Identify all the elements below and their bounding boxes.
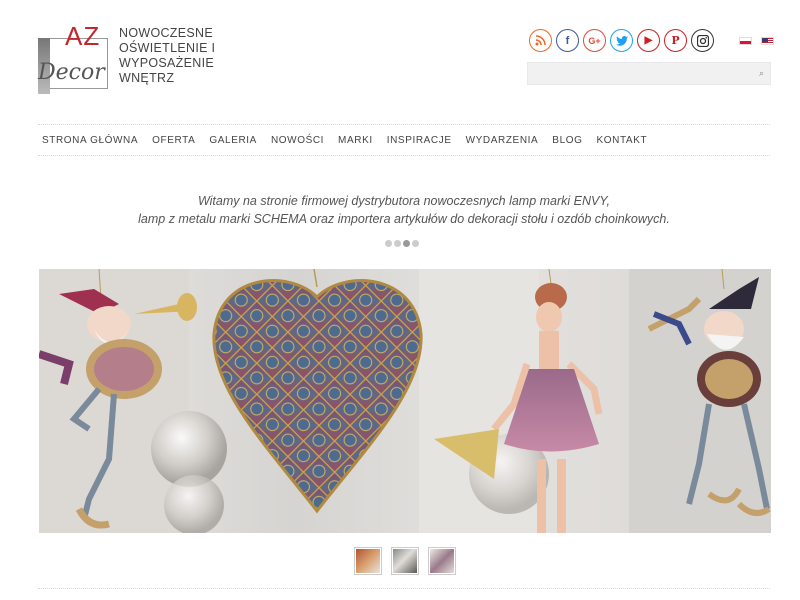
nav-item-kontakt[interactable]: KONTAKT <box>593 135 652 146</box>
pinterest-icon[interactable]: P <box>664 29 687 52</box>
slider-dots <box>385 240 419 247</box>
welcome-line: Witamy na stronie firmowej dystrybutora … <box>197 194 611 208</box>
nav-item-blog[interactable]: BLOG <box>548 135 586 146</box>
slider-dot[interactable] <box>412 240 419 247</box>
search-icon[interactable]: ⌕ <box>759 68 764 79</box>
en-flag-icon[interactable] <box>761 37 774 45</box>
logo-frame <box>50 88 108 89</box>
nav-item-galeria[interactable]: GALERIA <box>205 135 261 146</box>
language-switcher <box>739 37 774 45</box>
welcome-text: Witamy na stronie firmowej dystrybutora … <box>38 192 770 228</box>
nav-item-wydarzenia[interactable]: WYDARZENIA <box>462 135 543 146</box>
slider-dot[interactable] <box>385 240 392 247</box>
tagline-line: WNĘTRZ <box>119 71 175 85</box>
logo-az-text: AZ <box>65 21 101 51</box>
site-tagline: NOWOCZESNE OŚWIETLENIE I WYPOSAŻENIE WNĘ… <box>119 26 239 86</box>
logo-decor-text: Decor <box>38 60 105 85</box>
social-links: f G+ ▶ P <box>529 29 714 52</box>
thumbnail[interactable] <box>391 547 419 575</box>
pl-flag-icon[interactable] <box>739 37 752 45</box>
twitter-glyph <box>615 35 628 46</box>
logo-frame <box>107 38 108 88</box>
rss-icon[interactable] <box>529 29 552 52</box>
main-nav: STRONA GŁÓWNA OFERTA GALERIA NOWOŚCI MAR… <box>38 124 770 156</box>
logo-mark: AZ Decor <box>38 21 108 94</box>
slider-dot[interactable] <box>394 240 401 247</box>
ornaments-photo <box>39 269 771 533</box>
thumbnail[interactable] <box>354 547 382 575</box>
tagline-line: WYPOSAŻENIE <box>119 56 214 70</box>
nav-item-nowosci[interactable]: NOWOŚCI <box>267 135 328 146</box>
search-input[interactable] <box>528 63 770 84</box>
search-box: ⌕ <box>527 62 771 85</box>
tagline-line: NOWOCZESNE <box>119 26 213 40</box>
instagram-glyph <box>696 34 709 47</box>
thumbnail[interactable] <box>428 547 456 575</box>
hero-slider-image[interactable] <box>39 269 771 533</box>
instagram-icon[interactable] <box>691 29 714 52</box>
slider-thumbnails <box>354 547 456 575</box>
nav-item-marki[interactable]: MARKI <box>334 135 377 146</box>
nav-item-oferta[interactable]: OFERTA <box>148 135 199 146</box>
twitter-icon[interactable] <box>610 29 633 52</box>
divider <box>38 588 770 589</box>
nav-item-inspiracje[interactable]: INSPIRACJE <box>383 135 456 146</box>
google-plus-icon[interactable]: G+ <box>583 29 606 52</box>
rss-glyph <box>535 35 546 46</box>
welcome-line: lamp z metalu marki SCHEMA oraz importer… <box>138 212 670 226</box>
youtube-icon[interactable]: ▶ <box>637 29 660 52</box>
tagline-line: OŚWIETLENIE I <box>119 41 216 55</box>
logo[interactable]: AZ Decor <box>38 21 108 94</box>
facebook-icon[interactable]: f <box>556 29 579 52</box>
slider-dot-active[interactable] <box>403 240 410 247</box>
nav-item-strona-glowna[interactable]: STRONA GŁÓWNA <box>38 135 142 146</box>
